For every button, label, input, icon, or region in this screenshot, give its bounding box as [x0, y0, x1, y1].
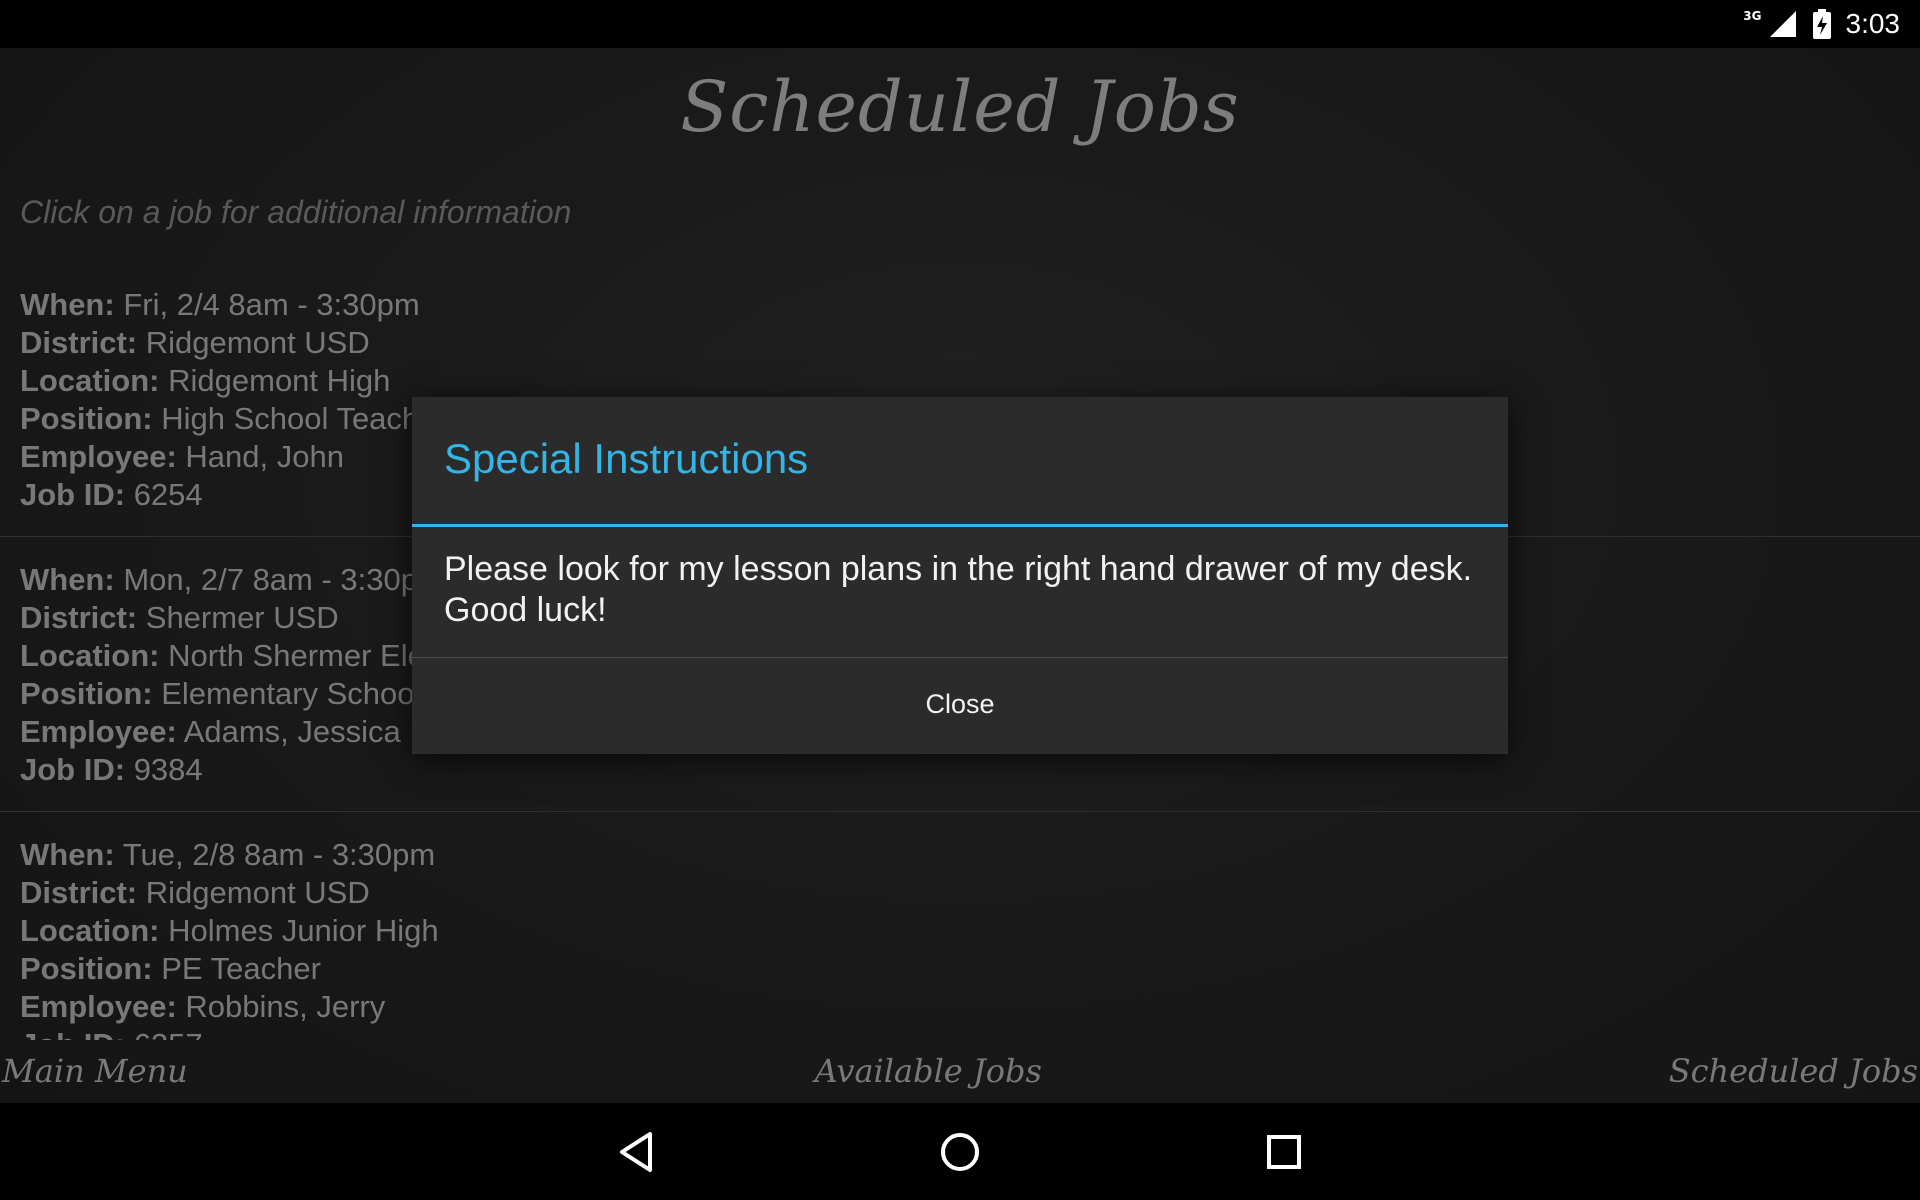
job-position: Position: PE Teacher [20, 950, 1900, 988]
available-jobs-link[interactable]: Available Jobs [815, 1052, 1042, 1090]
job-employee: Employee: Robbins, Jerry [20, 988, 1900, 1026]
value-district: Ridgemont USD [145, 325, 370, 360]
close-button[interactable]: Close [885, 677, 1034, 732]
back-icon[interactable] [596, 1112, 676, 1192]
label-district: District: [20, 325, 138, 360]
main-menu-link[interactable]: Main Menu [2, 1052, 188, 1090]
label-position: Position: [20, 401, 153, 436]
bottom-nav: Main Menu Available Jobs Scheduled Jobs [0, 1039, 1920, 1103]
label-district: District: [20, 600, 138, 635]
label-position: Position: [20, 676, 153, 711]
status-bar: 3G 3:03 [0, 0, 1920, 48]
label-when: When: [20, 562, 115, 597]
system-nav-bar [0, 1103, 1920, 1200]
page-title: Scheduled Jobs [680, 66, 1240, 148]
label-employee: Employee: [20, 989, 177, 1024]
value-job-id: 6257 [134, 1027, 203, 1040]
value-when: Tue, 2/8 8am - 3:30pm [122, 837, 436, 872]
job-district: District: Ridgemont USD [20, 874, 1900, 912]
dialog-actions: Close [412, 658, 1508, 751]
job-district: District: Ridgemont USD [20, 324, 1900, 362]
label-location: Location: [20, 363, 160, 398]
label-employee: Employee: [20, 439, 177, 474]
value-job-id: 6254 [133, 477, 203, 512]
value-location: Ridgemont High [168, 363, 391, 398]
value-employee: Robbins, Jerry [185, 989, 386, 1024]
job-id: Job ID: 9384 [20, 751, 1900, 789]
dialog-title: Special Instructions [412, 397, 1508, 527]
recents-icon[interactable] [1244, 1112, 1324, 1192]
label-when: When: [20, 287, 115, 322]
job-when: When: Tue, 2/8 8am - 3:30pm [20, 836, 1900, 874]
value-employee: Adams, Jessica [183, 714, 401, 749]
label-district: District: [20, 875, 138, 910]
label-job-id: Job ID: [20, 752, 126, 787]
status-clock: 3:03 [1845, 8, 1901, 39]
job-item[interactable]: When: Tue, 2/8 8am - 3:30pm District: Ri… [0, 812, 1920, 1040]
value-position: Elementary Schoo [161, 676, 415, 711]
value-position: High School Teach [161, 401, 420, 436]
job-location: Location: Ridgemont High [20, 362, 1900, 400]
network-type: 3G [1743, 9, 1762, 23]
value-job-id: 9384 [133, 752, 203, 787]
label-location: Location: [20, 913, 160, 948]
label-job-id: Job ID: [20, 1027, 125, 1040]
label-job-id: Job ID: [20, 477, 126, 512]
job-id: Job ID: 6257 [20, 1026, 1900, 1040]
special-instructions-dialog: Special Instructions Please look for my … [412, 397, 1508, 754]
home-icon[interactable] [920, 1112, 1000, 1192]
hint-text: Click on a job for additional informatio… [20, 194, 572, 230]
signal-icon [1768, 9, 1798, 39]
value-when: Fri, 2/4 8am - 3:30pm [123, 287, 420, 322]
value-when: Mon, 2/7 8am - 3:30p [123, 562, 418, 597]
battery-icon [1812, 9, 1832, 39]
label-when: When: [20, 837, 115, 872]
dialog-message: Please look for my lesson plans in the r… [412, 527, 1508, 658]
value-location: North Shermer Ele [168, 638, 425, 673]
label-location: Location: [20, 638, 160, 673]
job-when: When: Fri, 2/4 8am - 3:30pm [20, 286, 1900, 324]
value-position: PE Teacher [161, 951, 321, 986]
scheduled-jobs-link[interactable]: Scheduled Jobs [1669, 1052, 1918, 1090]
value-location: Holmes Junior High [168, 913, 439, 948]
label-employee: Employee: [20, 714, 177, 749]
value-employee: Hand, John [185, 439, 344, 474]
value-district: Shermer USD [145, 600, 339, 635]
value-district: Ridgemont USD [145, 875, 370, 910]
job-location: Location: Holmes Junior High [20, 912, 1900, 950]
label-position: Position: [20, 951, 153, 986]
